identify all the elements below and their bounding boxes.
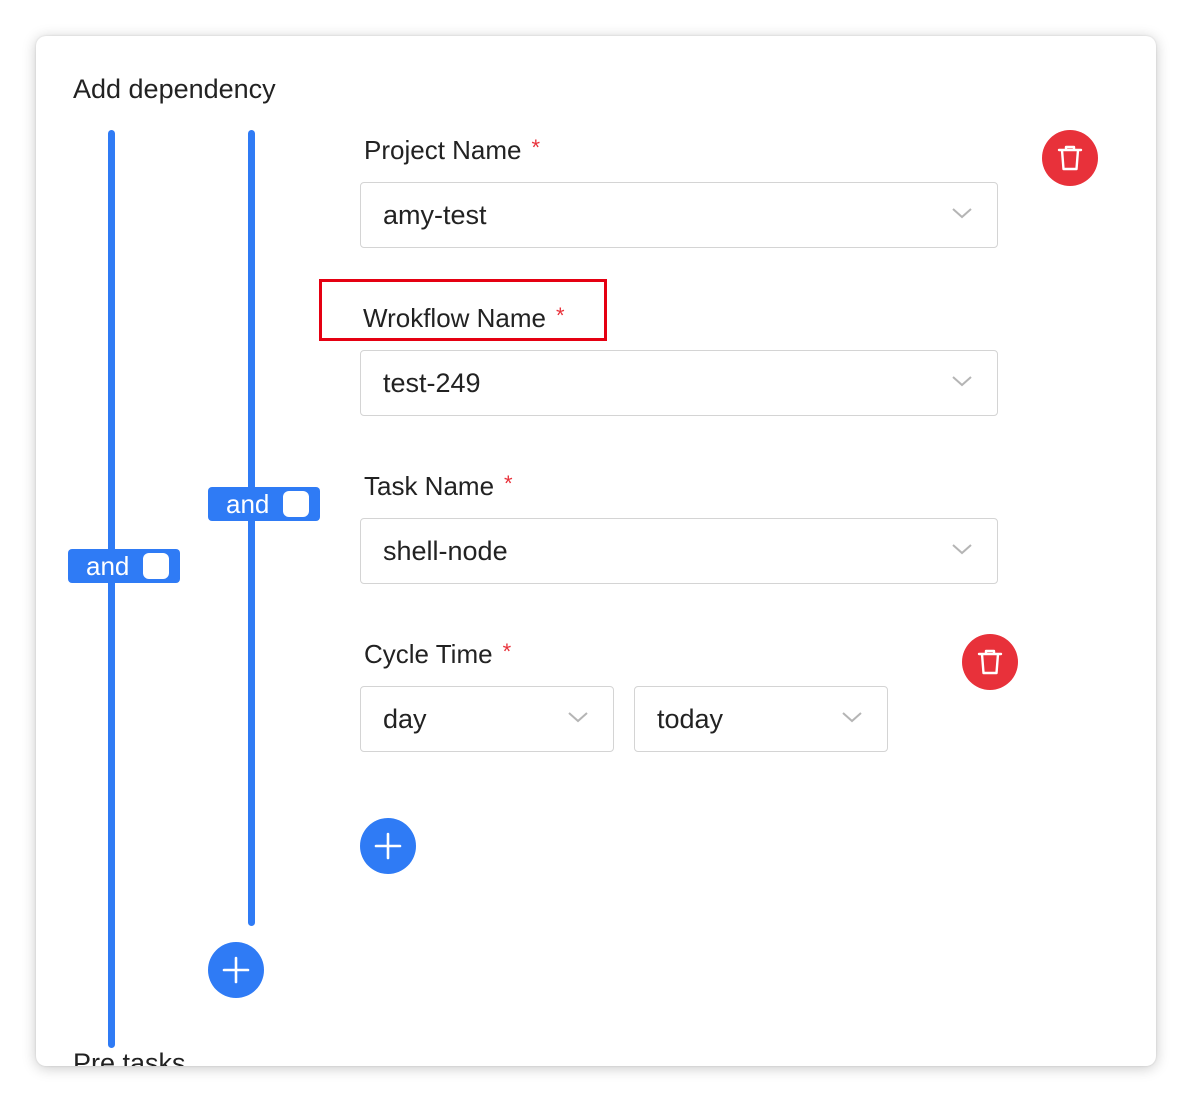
inner-relation-toggle[interactable]: and — [208, 487, 320, 521]
chevron-down-icon — [952, 376, 972, 387]
workflow-name-select[interactable]: test-249 — [360, 350, 998, 416]
outer-relation-label: and — [86, 550, 130, 581]
trash-icon — [977, 649, 1003, 675]
inner-relation-label: and — [226, 488, 270, 519]
add-dependency-group-button[interactable] — [208, 942, 264, 998]
plus-icon — [222, 956, 250, 984]
plus-icon — [374, 832, 402, 860]
add-dependency-item-button[interactable] — [360, 818, 416, 874]
workflow-name-label: Wrokflow Name * — [363, 303, 565, 333]
pre-tasks-label: Pre tasks — [73, 1048, 186, 1066]
toggle-knob — [283, 491, 310, 517]
trash-icon — [1057, 145, 1083, 171]
chevron-down-icon — [568, 712, 588, 723]
cycle-date-select[interactable]: today — [634, 686, 888, 752]
section-title: Add dependency — [73, 74, 276, 104]
task-name-select[interactable]: shell-node — [360, 518, 998, 584]
outer-relation-line — [108, 130, 115, 1048]
chevron-down-icon — [842, 712, 862, 723]
chevron-down-icon — [952, 544, 972, 555]
outer-relation-toggle[interactable]: and — [68, 549, 180, 583]
inner-relation-line — [248, 130, 255, 926]
required-mark: * — [504, 471, 513, 496]
required-mark: * — [556, 303, 565, 328]
toggle-knob — [143, 553, 170, 579]
required-mark: * — [502, 639, 512, 664]
task-name-label: Task Name * — [364, 471, 513, 501]
cycle-date-value: today — [657, 704, 724, 734]
dependency-panel: Add dependency and and Project Name * amy… — [36, 36, 1156, 1066]
project-name-select[interactable]: amy-test — [360, 182, 998, 248]
workflow-name-value: test-249 — [383, 368, 481, 398]
required-mark: * — [531, 135, 541, 160]
cycle-unit-select[interactable]: day — [360, 686, 614, 752]
delete-dependency-group-button[interactable] — [1042, 130, 1098, 186]
task-name-value: shell-node — [383, 536, 508, 566]
delete-dependency-item-button[interactable] — [962, 634, 1018, 690]
cycle-unit-value: day — [383, 704, 427, 734]
cycle-time-label: Cycle Time * — [364, 639, 512, 669]
project-name-value: amy-test — [383, 200, 487, 230]
chevron-down-icon — [952, 208, 972, 219]
project-name-label: Project Name * — [364, 135, 541, 165]
